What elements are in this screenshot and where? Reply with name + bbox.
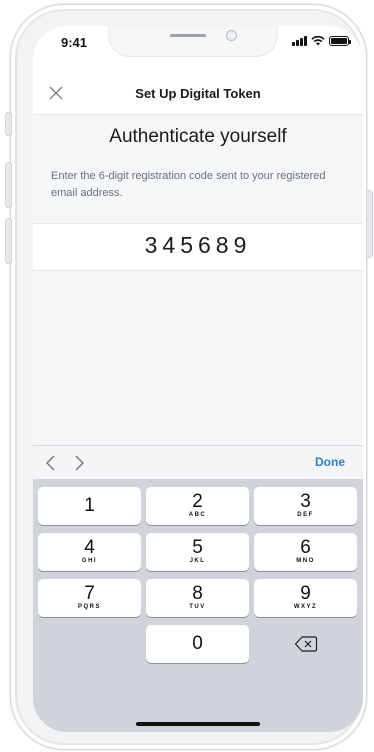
status-time: 9:41 <box>61 35 88 50</box>
key-digit: 1 <box>84 495 95 516</box>
nav-header: Set Up Digital Token <box>33 74 363 115</box>
key-digit: 6 <box>300 537 311 558</box>
instruction-text: Enter the 6-digit registration code sent… <box>51 170 326 199</box>
key-8[interactable]: 8 TUV <box>146 579 249 617</box>
key-9[interactable]: 9 WXYZ <box>254 579 357 617</box>
key-digit: 7 <box>84 583 95 604</box>
volume-up-button <box>5 162 12 208</box>
key-digit: 8 <box>192 583 203 604</box>
registration-code-field[interactable]: 345689 <box>33 223 363 271</box>
main-content: Authenticate yourself Enter the 6-digit … <box>33 115 363 445</box>
page-title: Set Up Digital Token <box>135 86 261 101</box>
registration-code-value: 345689 <box>144 232 252 258</box>
status-bar: 9:41 <box>33 26 363 74</box>
key-4[interactable]: 4 GHI <box>38 533 141 571</box>
key-digit: 9 <box>300 583 311 604</box>
key-letters: PQRS <box>77 604 101 610</box>
key-1[interactable]: 1 <box>38 487 141 525</box>
key-digit: 4 <box>84 537 95 558</box>
delete-key[interactable] <box>254 625 357 663</box>
chevron-right-icon[interactable] <box>71 454 87 472</box>
home-indicator <box>136 722 260 726</box>
mute-switch <box>5 112 12 136</box>
key-letters: GHI <box>81 558 98 564</box>
key-digit: 0 <box>192 633 203 654</box>
key-3[interactable]: 3 DEF <box>254 487 357 525</box>
power-button <box>366 190 373 258</box>
key-digit: 2 <box>192 491 203 512</box>
done-button[interactable]: Done <box>315 455 345 469</box>
key-letters: MNO <box>296 558 315 564</box>
signal-icon <box>292 35 307 46</box>
key-letters: DEF <box>297 512 314 518</box>
key-digit: 5 <box>192 537 203 558</box>
key-letters: JKL <box>189 558 206 564</box>
backspace-icon <box>294 636 317 652</box>
wifi-icon <box>311 35 325 46</box>
key-letters: ABC <box>188 512 207 518</box>
section-heading: Authenticate yourself <box>109 126 287 147</box>
key-letters: TUV <box>189 604 206 610</box>
phone-screen: 9:41 Set Up Digital Token Authenticate y… <box>33 26 363 732</box>
volume-down-button <box>5 218 12 264</box>
speaker-grille <box>170 34 206 37</box>
battery-icon <box>329 36 351 46</box>
chevron-left-icon[interactable] <box>43 454 59 472</box>
numeric-keypad: 1 2 ABC 3 DEF 4 GHI 5 JKL 6 MNO 7 PQRS 8… <box>33 479 363 732</box>
key-6[interactable]: 6 MNO <box>254 533 357 571</box>
key-letters: WXYZ <box>293 604 318 610</box>
keyboard-accessory-bar: Done <box>33 445 363 480</box>
notch <box>108 26 278 57</box>
key-digit: 3 <box>300 491 311 512</box>
key-0[interactable]: 0 <box>146 625 249 663</box>
key-2[interactable]: 2 ABC <box>146 487 249 525</box>
key-5[interactable]: 5 JKL <box>146 533 249 571</box>
front-camera <box>226 30 237 41</box>
status-icons <box>292 35 351 46</box>
key-7[interactable]: 7 PQRS <box>38 579 141 617</box>
